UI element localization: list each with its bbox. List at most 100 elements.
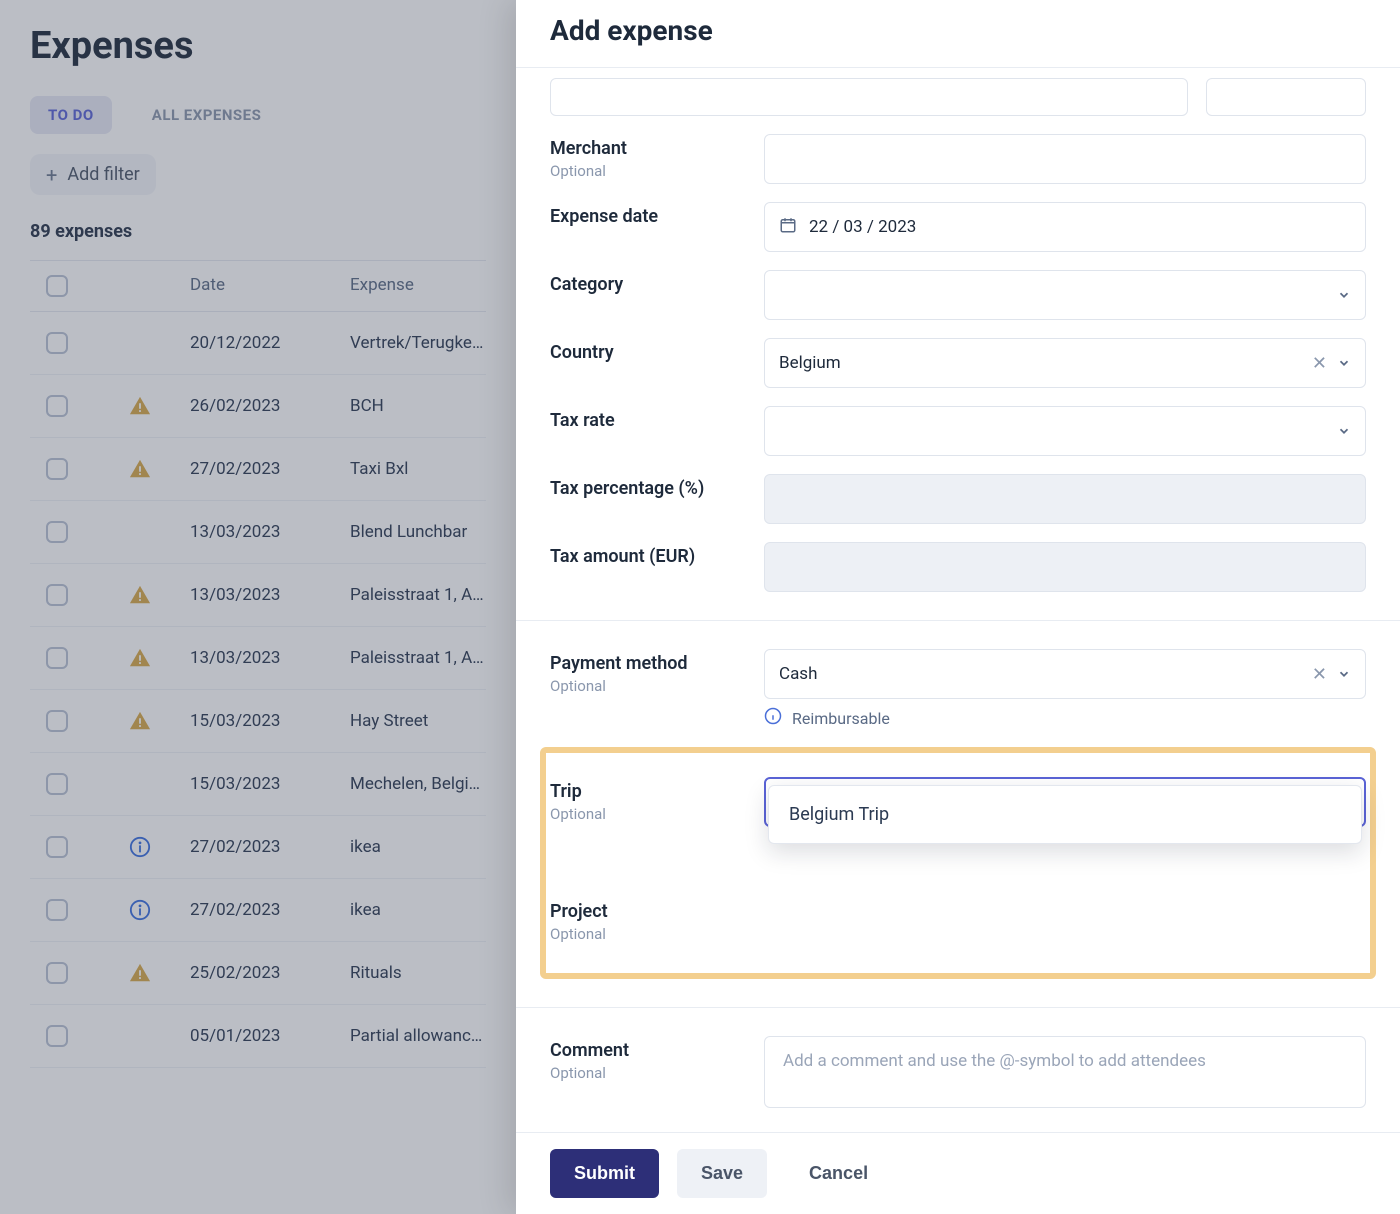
project-label: Project — [550, 901, 754, 922]
row-expense: BCH — [350, 396, 486, 416]
trip-project-highlight: Trip Optional Belgium Belgium Trip Proje… — [540, 747, 1376, 979]
table-row[interactable]: 26/02/2023BCH — [30, 375, 486, 438]
row-checkbox[interactable] — [46, 458, 68, 480]
payment-method-value: Cash — [779, 664, 1302, 684]
row-checkbox[interactable] — [46, 962, 68, 984]
tax-percentage-row: Tax percentage (%) — [550, 474, 1366, 524]
column-expense[interactable]: Expense — [350, 275, 486, 297]
row-checkbox[interactable] — [46, 836, 68, 858]
row-date: 27/02/2023 — [190, 837, 350, 857]
row-checkbox[interactable] — [46, 710, 68, 732]
clear-icon[interactable]: ✕ — [1302, 353, 1337, 374]
table-row[interactable]: 27/02/2023ikea — [30, 879, 486, 942]
submit-button[interactable]: Submit — [550, 1149, 659, 1198]
save-button[interactable]: Save — [677, 1149, 767, 1198]
payment-method-optional: Optional — [550, 677, 754, 695]
row-date: 26/02/2023 — [190, 396, 350, 416]
currency-input-stub[interactable] — [1206, 78, 1366, 116]
expense-count: 89 expenses — [30, 221, 486, 242]
tab-todo[interactable]: TO DO — [30, 96, 112, 134]
table-row[interactable]: 15/03/2023Hay Street — [30, 690, 486, 753]
row-checkbox[interactable] — [46, 773, 68, 795]
payment-method-row: Payment method Optional Cash ✕ Reimbursa… — [550, 649, 1366, 729]
project-optional: Optional — [550, 925, 754, 943]
comment-row: Comment Optional Add a comment and use t… — [550, 1036, 1366, 1108]
row-checkbox[interactable] — [46, 647, 68, 669]
section-divider — [516, 1007, 1400, 1008]
merchant-input[interactable] — [764, 134, 1366, 184]
expense-date-input[interactable]: 22 / 03 / 2023 — [764, 202, 1366, 252]
table-row[interactable]: 05/01/2023Partial allowance (> 6h… — [30, 1005, 486, 1068]
chevron-down-icon — [1337, 356, 1351, 370]
table-row[interactable]: 20/12/2022Vertrek/Terugkeer — [30, 312, 486, 375]
table-row[interactable]: 13/03/2023Paleisstraat 1, Amsterdam — [30, 564, 486, 627]
row-checkbox[interactable] — [46, 521, 68, 543]
row-date: 15/03/2023 — [190, 774, 350, 794]
amount-row — [550, 78, 1366, 116]
row-expense: Blend Lunchbar — [350, 522, 486, 542]
reimbursable-label: Reimbursable — [792, 709, 890, 728]
payment-method-select[interactable]: Cash ✕ — [764, 649, 1366, 699]
row-checkbox[interactable] — [46, 395, 68, 417]
category-select[interactable] — [764, 270, 1366, 320]
cancel-button[interactable]: Cancel — [785, 1149, 892, 1198]
table-row[interactable]: 27/02/2023Taxi Bxl — [30, 438, 486, 501]
tax-amount-label: Tax amount (EUR) — [550, 546, 754, 567]
row-checkbox[interactable] — [46, 584, 68, 606]
row-expense: Hay Street — [350, 711, 486, 731]
trip-label: Trip — [550, 781, 754, 802]
trip-option[interactable]: Belgium Trip — [789, 804, 1341, 825]
panel-body: Merchant Optional Expense date 22 / 03 /… — [516, 68, 1400, 1124]
row-date: 13/03/2023 — [190, 648, 350, 668]
table-row[interactable]: 13/03/2023Blend Lunchbar — [30, 501, 486, 564]
page-title: Expenses — [30, 24, 486, 68]
country-value: Belgium — [779, 353, 1302, 373]
tab-all-expenses[interactable]: ALL EXPENSES — [134, 96, 280, 134]
table-row[interactable]: 13/03/2023Paleisstraat 1, Amsterdam — [30, 627, 486, 690]
panel-footer: Submit Save Cancel — [516, 1132, 1400, 1214]
info-icon — [129, 899, 151, 921]
table-header: Date Expense — [30, 260, 486, 312]
comment-optional: Optional — [550, 1064, 754, 1082]
row-expense: ikea — [350, 837, 486, 857]
chevron-down-icon — [1337, 288, 1351, 302]
trip-dropdown[interactable]: Belgium Trip — [768, 785, 1362, 844]
clear-icon[interactable]: ✕ — [1302, 664, 1337, 685]
add-filter-button[interactable]: + Add filter — [30, 154, 156, 195]
select-all-checkbox[interactable] — [46, 275, 68, 297]
row-date: 27/02/2023 — [190, 900, 350, 920]
tax-percentage-label: Tax percentage (%) — [550, 478, 754, 499]
row-checkbox[interactable] — [46, 1025, 68, 1047]
expenses-list-pane: Expenses TO DO ALL EXPENSES + Add filter… — [0, 0, 516, 1214]
warning-icon — [129, 458, 151, 480]
table-row[interactable]: 27/02/2023ikea — [30, 816, 486, 879]
row-checkbox[interactable] — [46, 332, 68, 354]
panel-title: Add expense — [550, 14, 1366, 47]
amount-input-stub[interactable] — [550, 78, 1188, 116]
merchant-row: Merchant Optional — [550, 134, 1366, 184]
warning-icon — [129, 584, 151, 606]
table-row[interactable]: 15/03/2023Mechelen, Belgium — [30, 753, 486, 816]
column-date[interactable]: Date — [190, 275, 350, 297]
row-expense: Taxi Bxl — [350, 459, 486, 479]
warning-icon — [129, 647, 151, 669]
expense-date-value: 22 / 03 / 2023 — [809, 217, 916, 237]
country-select[interactable]: Belgium ✕ — [764, 338, 1366, 388]
warning-icon — [129, 710, 151, 732]
trip-row: Trip Optional Belgium Belgium Trip — [550, 777, 1366, 827]
expense-date-row: Expense date 22 / 03 / 2023 — [550, 202, 1366, 252]
comment-label: Comment — [550, 1040, 754, 1061]
add-filter-label: Add filter — [67, 164, 139, 185]
row-checkbox[interactable] — [46, 899, 68, 921]
row-date: 05/01/2023 — [190, 1026, 350, 1046]
add-expense-panel: Add expense Merchant Optional Expense da… — [516, 0, 1400, 1214]
payment-method-label: Payment method — [550, 653, 754, 674]
table-row[interactable]: 25/02/2023Rituals — [30, 942, 486, 1005]
country-label: Country — [550, 342, 754, 363]
tax-rate-select[interactable] — [764, 406, 1366, 456]
comment-input[interactable]: Add a comment and use the @-symbol to ad… — [764, 1036, 1366, 1108]
info-icon — [764, 707, 782, 729]
category-row: Category — [550, 270, 1366, 320]
chevron-down-icon — [1337, 424, 1351, 438]
tax-amount-input — [764, 542, 1366, 592]
